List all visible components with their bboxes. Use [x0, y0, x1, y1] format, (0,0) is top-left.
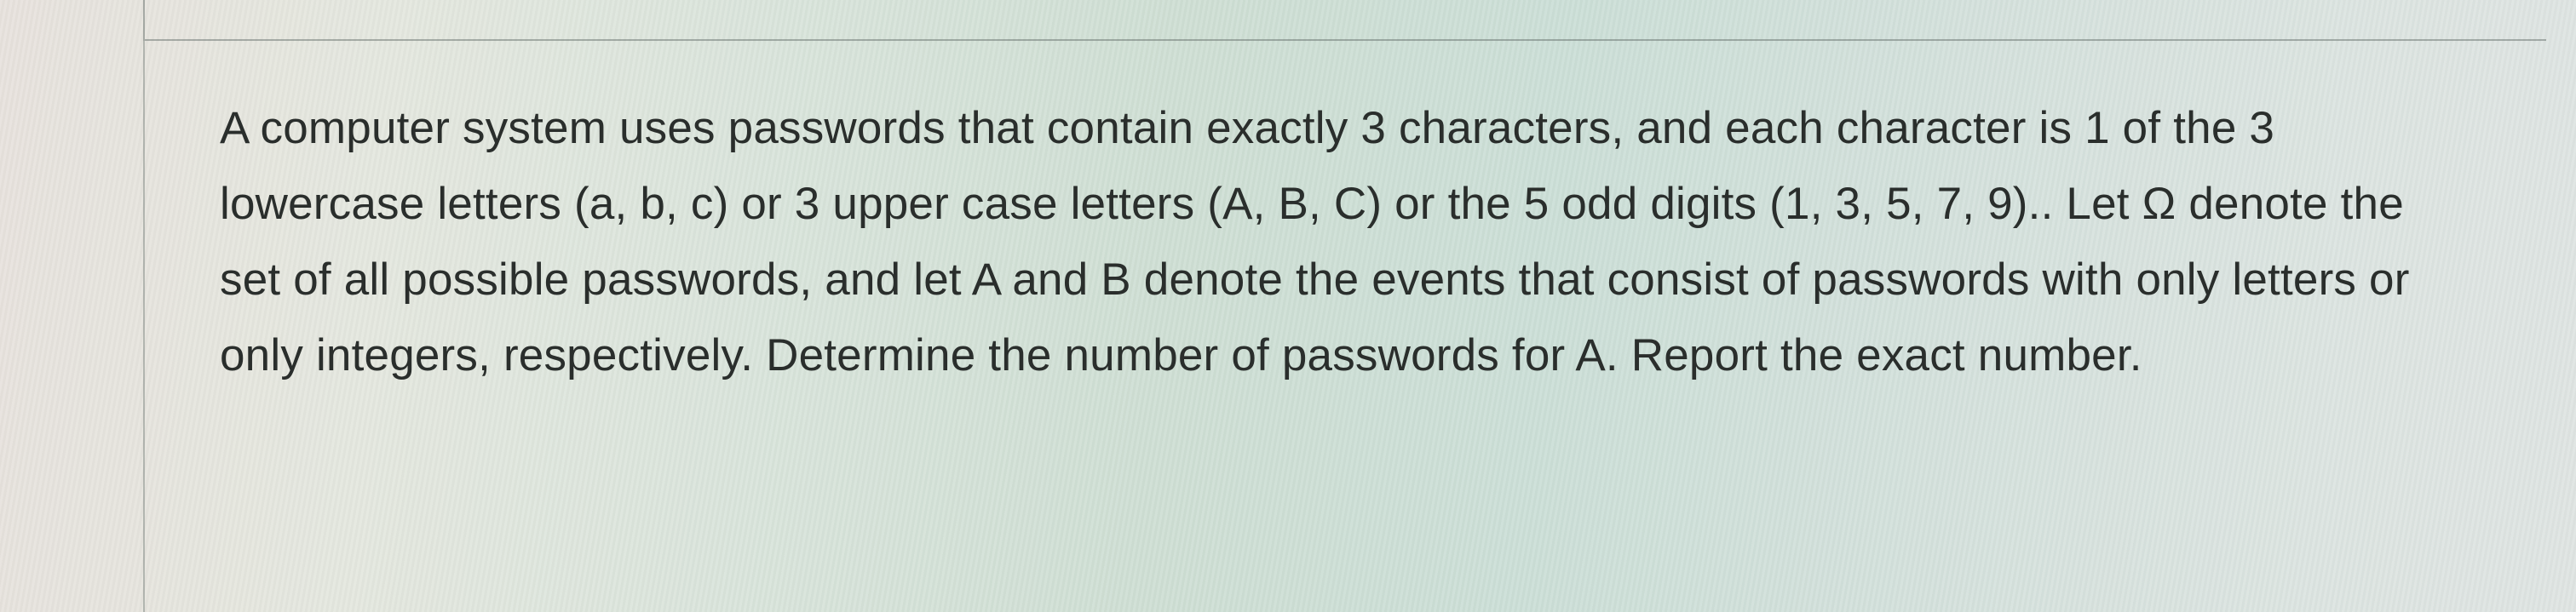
question-content-area: A computer system uses passwords that co…: [143, 41, 2546, 612]
top-border-rule: [143, 0, 2546, 41]
question-text: A computer system uses passwords that co…: [220, 90, 2470, 393]
